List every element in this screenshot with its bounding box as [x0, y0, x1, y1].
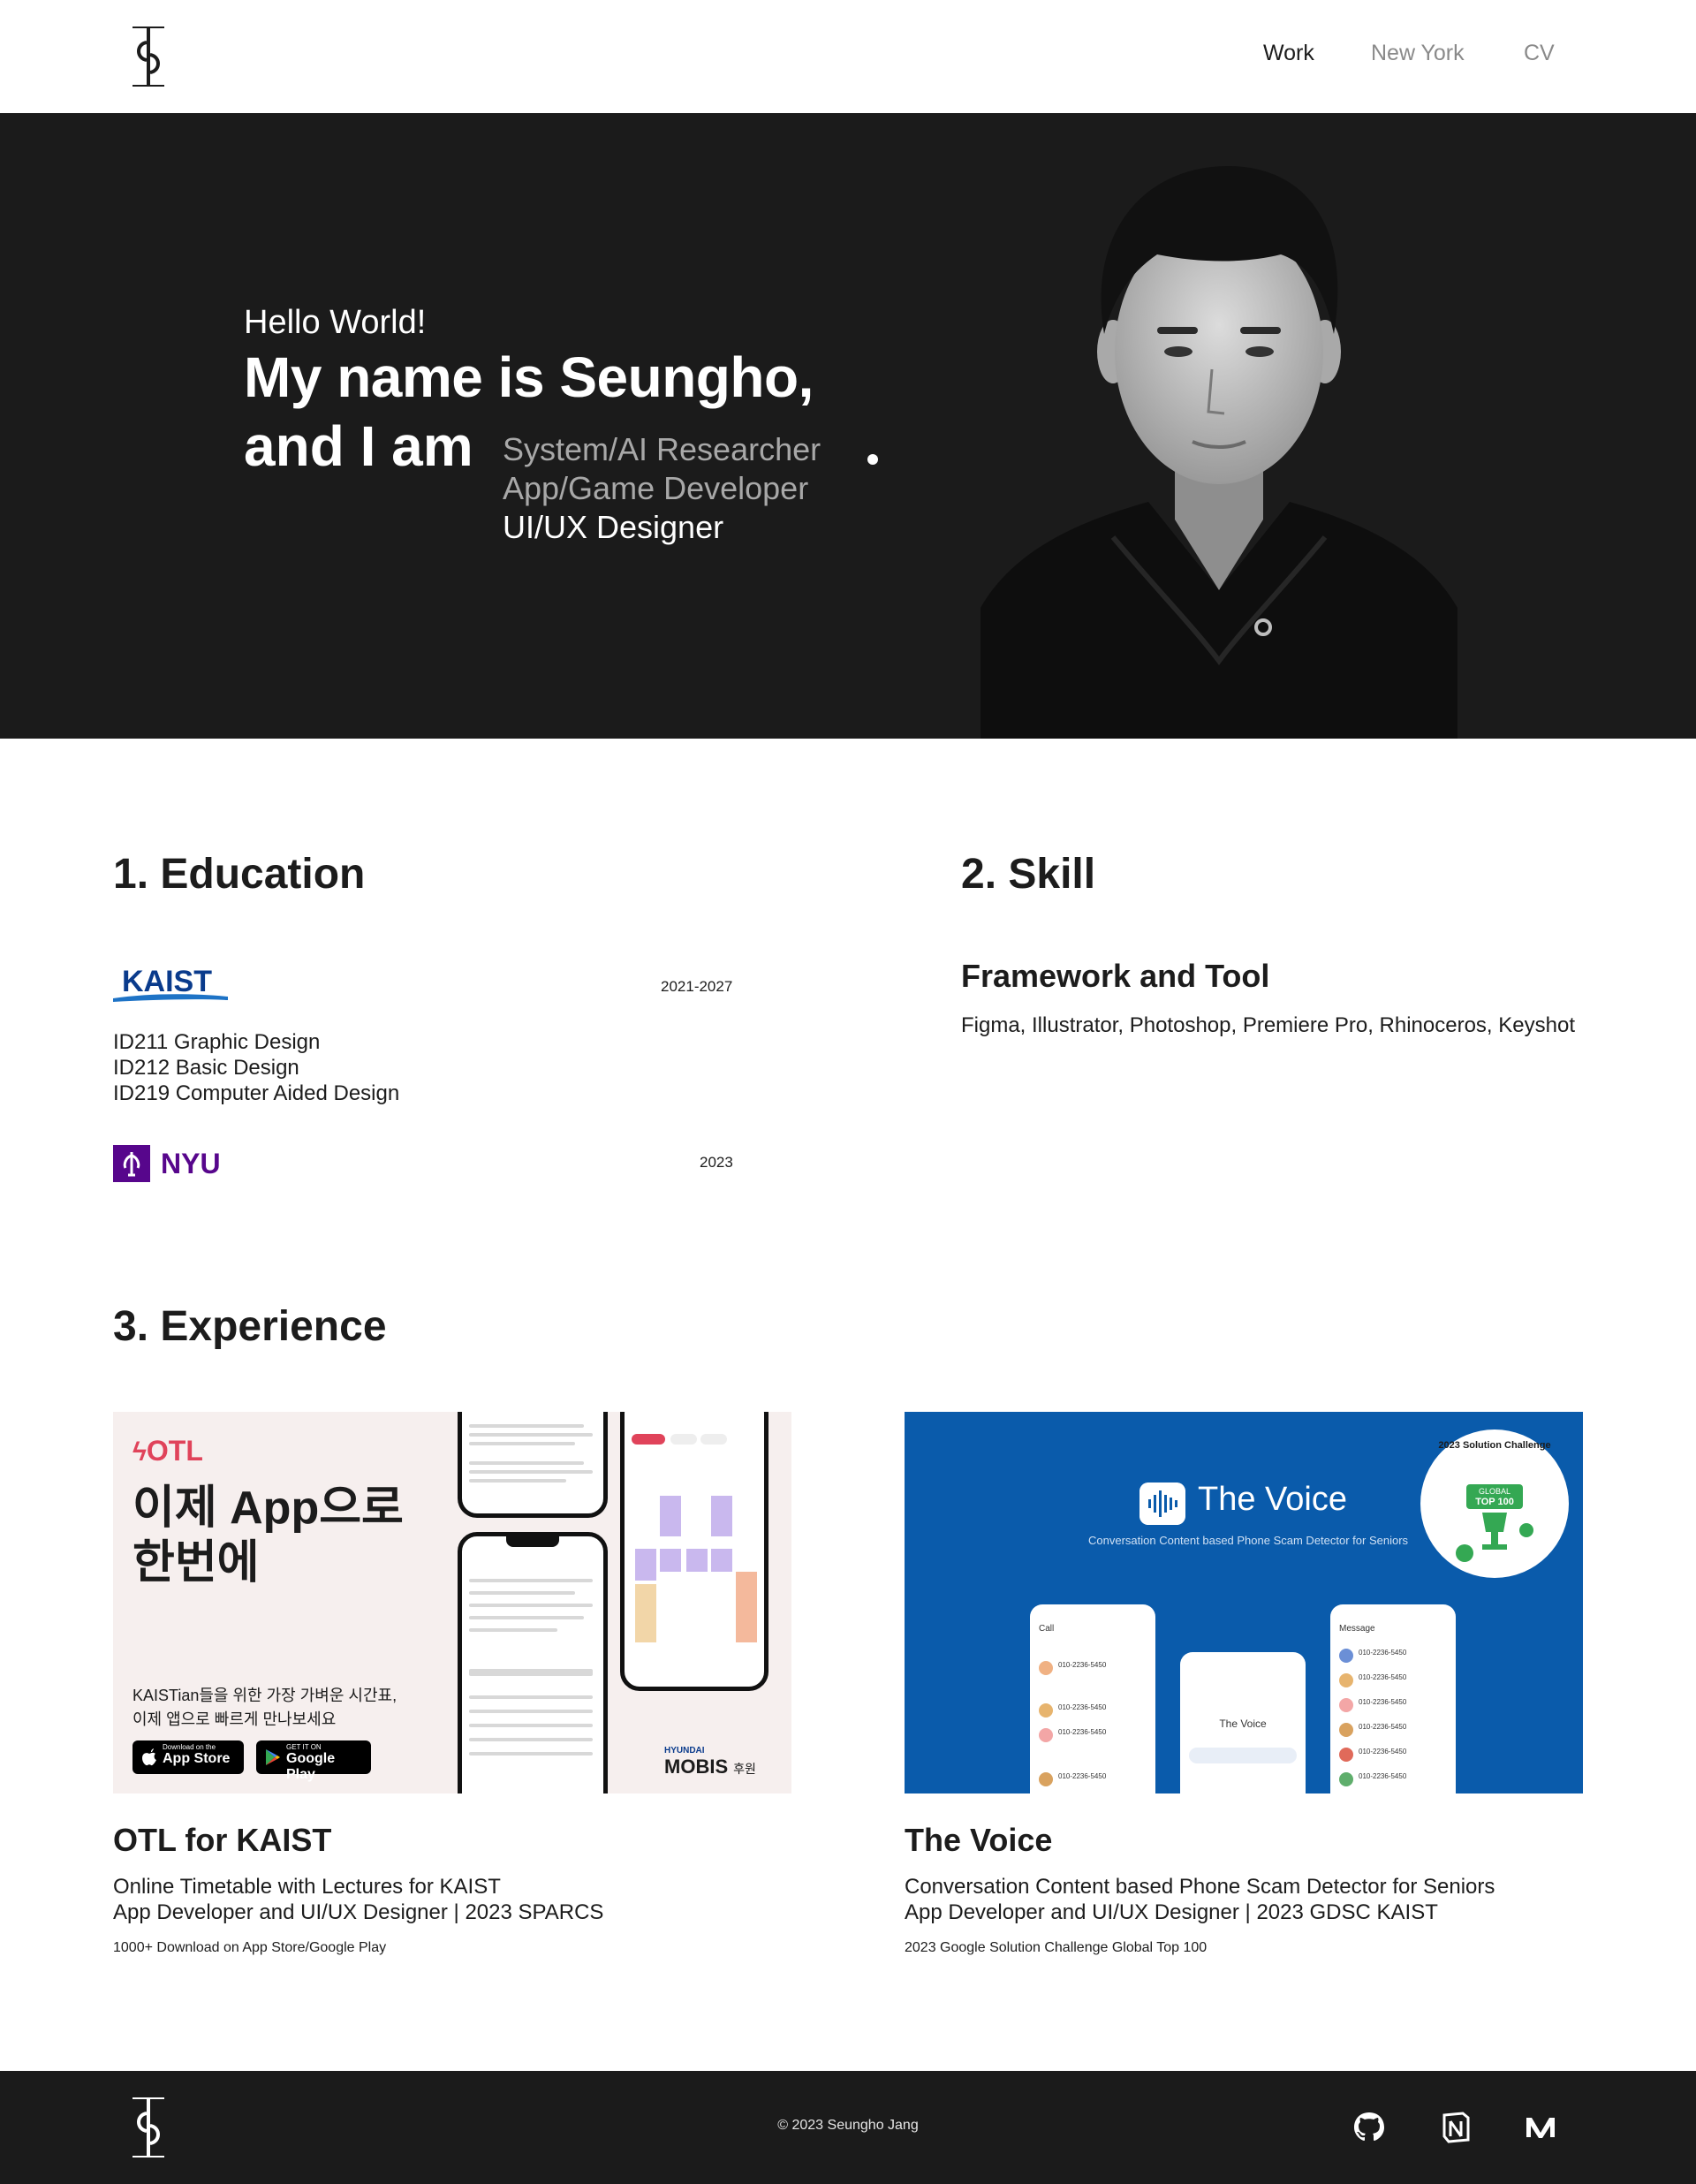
skill-title: 2. Skill — [961, 851, 1096, 898]
experience-title: 3. Experience — [113, 1303, 387, 1350]
hero-section: Hello World! My name is Seungho, and I a… — [0, 113, 1696, 739]
the-voice-project-image[interactable]: The Voice Conversation Content based Pho… — [905, 1412, 1583, 1793]
app-store-badge[interactable]: Download on the App Store — [132, 1740, 244, 1774]
voice-image-title: The Voice — [1198, 1481, 1347, 1518]
nav-new-york[interactable]: New York — [1371, 41, 1465, 66]
trophy-icon — [1456, 1513, 1533, 1562]
hero-role-active: UI/UX Designer — [503, 509, 724, 545]
phone-message-screen: Message 010-2236-5450 010-2236-5450 010-… — [1330, 1604, 1456, 1793]
phone-search-input — [1189, 1748, 1297, 1763]
notion-icon[interactable] — [1438, 2110, 1473, 2145]
phone-mockup — [620, 1412, 768, 1691]
site-footer: © 2023 Seungho Jang — [0, 2071, 1696, 2184]
google-play-icon — [266, 1749, 280, 1765]
otl-brand: ϟOTL — [132, 1435, 203, 1467]
voice-title[interactable]: The Voice — [905, 1822, 1052, 1859]
hero-role: App/Game Developer — [503, 470, 809, 506]
skill-tools: Figma, Illustrator, Photoshop, Premiere … — [961, 1013, 1575, 1037]
logo-icon[interactable] — [131, 25, 166, 88]
otl-title[interactable]: OTL for KAIST — [113, 1822, 331, 1859]
kaist-logo-text: KAIST — [122, 965, 212, 998]
hero-greeting: Hello World! — [244, 304, 427, 341]
nyu-years: 2023 — [700, 1154, 733, 1171]
github-icon[interactable] — [1352, 2110, 1387, 2145]
otl-note: 1000+ Download on App Store/Google Play — [113, 1940, 387, 1955]
otl-description: Online Timetable with Lectures for KAIST — [113, 1875, 501, 1899]
google-play-badge[interactable]: GET IT ON Google Play — [256, 1740, 371, 1782]
course-item: ID211 Graphic Design — [113, 1030, 321, 1054]
course-item: ID219 Computer Aided Design — [113, 1081, 400, 1105]
portrait-photo — [980, 166, 1458, 739]
voice-role: App Developer and UI/UX Designer | 2023 … — [905, 1900, 1438, 1924]
medium-icon[interactable] — [1523, 2110, 1558, 2145]
kaist-years: 2021-2027 — [661, 978, 733, 995]
course-item: ID212 Basic Design — [113, 1056, 299, 1080]
otl-subtext: KAISTian들을 위한 가장 가벼운 시간표, 이제 앱으로 빠르게 만나보… — [132, 1687, 398, 1728]
apple-icon — [142, 1748, 156, 1766]
hero-role: System/AI Researcher — [503, 431, 822, 467]
site-header: Work New York CV — [0, 0, 1696, 113]
nav-work[interactable]: Work — [1263, 41, 1314, 66]
phone-mockup — [458, 1532, 608, 1793]
phone-home-screen: The Voice — [1180, 1652, 1306, 1793]
nyu-logo: NYU — [113, 1145, 221, 1182]
otl-headline: 이제 App으로 한번에 — [132, 1483, 404, 1589]
nyu-logo-text: NYU — [161, 1148, 221, 1179]
hero-name: My name is Seungho, — [244, 345, 814, 409]
otl-role: App Developer and UI/UX Designer | 2023 … — [113, 1900, 604, 1924]
voice-wave-icon — [1140, 1483, 1185, 1525]
voice-note: 2023 Google Solution Challenge Global To… — [905, 1940, 1208, 1955]
phone-call-screen: Call 010-2236-5450 010-2236-5450 010-223… — [1030, 1604, 1155, 1793]
education-title: 1. Education — [113, 851, 366, 898]
otl-bolt-icon: ϟ — [132, 1437, 147, 1467]
voice-description: Conversation Content based Phone Scam De… — [905, 1875, 1495, 1899]
hero-i-am: and I am — [244, 414, 473, 478]
nav-cv[interactable]: CV — [1524, 41, 1555, 66]
sponsor-mobis: HYUNDAI MOBIS 후원 — [664, 1746, 756, 1778]
solution-challenge-badge: 2023 Solution Challenge GLOBAL TOP 100 — [1420, 1429, 1569, 1578]
otl-project-image[interactable]: ϟOTL 이제 App으로 한번에 KAISTian들을 위한 가장 가벼운 시… — [113, 1412, 791, 1793]
kaist-logo: KAIST — [113, 965, 228, 1002]
voice-image-subtitle: Conversation Content based Phone Scam De… — [1088, 1534, 1409, 1547]
typing-cursor — [867, 454, 878, 465]
skill-subtitle: Framework and Tool — [961, 958, 1270, 994]
phone-mockup — [458, 1412, 608, 1518]
